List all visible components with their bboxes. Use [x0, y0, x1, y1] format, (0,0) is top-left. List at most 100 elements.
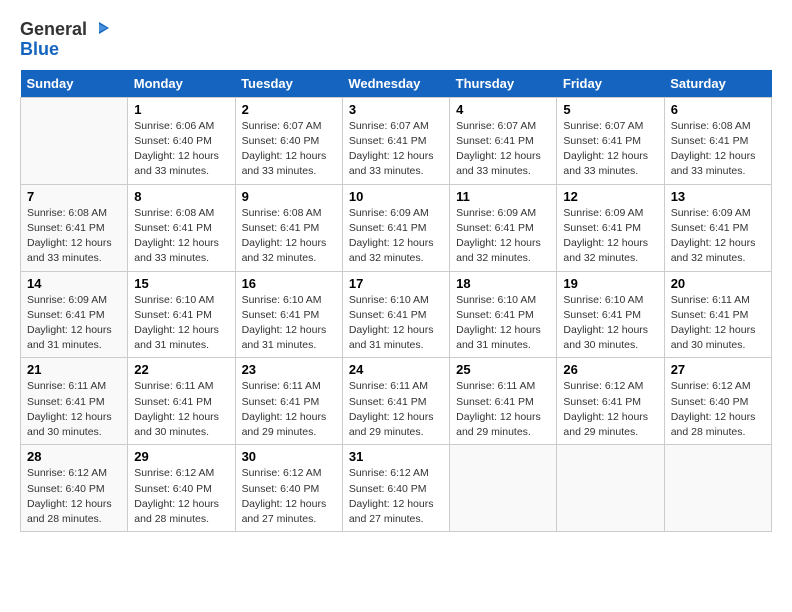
day-info: Sunrise: 6:12 AM Sunset: 6:41 PM Dayligh…: [563, 379, 657, 440]
day-info: Sunrise: 6:12 AM Sunset: 6:40 PM Dayligh…: [242, 466, 336, 527]
calendar-cell: 20 Sunrise: 6:11 AM Sunset: 6:41 PM Dayli…: [664, 271, 771, 358]
day-info: Sunrise: 6:11 AM Sunset: 6:41 PM Dayligh…: [456, 379, 550, 440]
logo-container: General Blue: [20, 20, 109, 60]
calendar-cell: 10 Sunrise: 6:09 AM Sunset: 6:41 PM Dayli…: [342, 184, 449, 271]
calendar-cell: 29 Sunrise: 6:12 AM Sunset: 6:40 PM Dayli…: [128, 445, 235, 532]
column-header-friday: Friday: [557, 70, 664, 98]
day-number: 10: [349, 189, 443, 204]
day-info: Sunrise: 6:12 AM Sunset: 6:40 PM Dayligh…: [349, 466, 443, 527]
calendar-cell: 30 Sunrise: 6:12 AM Sunset: 6:40 PM Dayli…: [235, 445, 342, 532]
day-info: Sunrise: 6:08 AM Sunset: 6:41 PM Dayligh…: [671, 119, 765, 180]
calendar-cell: 2Sunrise: 6:07 AM Sunset: 6:40 PM Daylig…: [235, 97, 342, 184]
day-info: Sunrise: 6:10 AM Sunset: 6:41 PM Dayligh…: [563, 293, 657, 354]
day-info: Sunrise: 6:08 AM Sunset: 6:41 PM Dayligh…: [134, 206, 228, 267]
day-number: 13: [671, 189, 765, 204]
day-info: Sunrise: 6:11 AM Sunset: 6:41 PM Dayligh…: [671, 293, 765, 354]
calendar-cell: 28 Sunrise: 6:12 AM Sunset: 6:40 PM Dayli…: [21, 445, 128, 532]
calendar-cell: 5 Sunrise: 6:07 AM Sunset: 6:41 PM Daylig…: [557, 97, 664, 184]
day-number: 8: [134, 189, 228, 204]
calendar-cell: 27 Sunrise: 6:12 AM Sunset: 6:40 PM Dayli…: [664, 358, 771, 445]
day-info: Sunrise: 6:11 AM Sunset: 6:41 PM Dayligh…: [349, 379, 443, 440]
day-info: Sunrise: 6:07 AM Sunset: 6:40 PM Dayligh…: [242, 119, 336, 180]
day-number: 12: [563, 189, 657, 204]
column-header-sunday: Sunday: [21, 70, 128, 98]
day-number: 15: [134, 276, 228, 291]
column-header-wednesday: Wednesday: [342, 70, 449, 98]
calendar-cell: 15Sunrise: 6:10 AM Sunset: 6:41 PM Dayli…: [128, 271, 235, 358]
week-row-1: 1Sunrise: 6:06 AM Sunset: 6:40 PM Daylig…: [21, 97, 772, 184]
day-info: Sunrise: 6:07 AM Sunset: 6:41 PM Dayligh…: [563, 119, 657, 180]
day-number: 22: [134, 362, 228, 377]
logo-bird-icon: [89, 20, 109, 40]
day-info: Sunrise: 6:07 AM Sunset: 6:41 PM Dayligh…: [456, 119, 550, 180]
calendar-cell: 17 Sunrise: 6:10 AM Sunset: 6:41 PM Dayli…: [342, 271, 449, 358]
day-info: Sunrise: 6:09 AM Sunset: 6:41 PM Dayligh…: [563, 206, 657, 267]
day-info: Sunrise: 6:10 AM Sunset: 6:41 PM Dayligh…: [349, 293, 443, 354]
day-info: Sunrise: 6:10 AM Sunset: 6:41 PM Dayligh…: [456, 293, 550, 354]
day-number: 27: [671, 362, 765, 377]
calendar-cell: 8 Sunrise: 6:08 AM Sunset: 6:41 PM Daylig…: [128, 184, 235, 271]
calendar-table: SundayMondayTuesdayWednesdayThursdayFrid…: [20, 70, 772, 532]
calendar-cell: 16 Sunrise: 6:10 AM Sunset: 6:41 PM Dayli…: [235, 271, 342, 358]
week-row-2: 7 Sunrise: 6:08 AM Sunset: 6:41 PM Daylig…: [21, 184, 772, 271]
page-header: General Blue: [20, 20, 772, 60]
calendar-cell: 1Sunrise: 6:06 AM Sunset: 6:40 PM Daylig…: [128, 97, 235, 184]
day-number: 7: [27, 189, 121, 204]
calendar-cell: 22Sunrise: 6:11 AM Sunset: 6:41 PM Dayli…: [128, 358, 235, 445]
day-info: Sunrise: 6:09 AM Sunset: 6:41 PM Dayligh…: [456, 206, 550, 267]
calendar-cell: 18 Sunrise: 6:10 AM Sunset: 6:41 PM Dayli…: [450, 271, 557, 358]
day-number: 1: [134, 102, 228, 117]
day-info: Sunrise: 6:12 AM Sunset: 6:40 PM Dayligh…: [671, 379, 765, 440]
day-info: Sunrise: 6:10 AM Sunset: 6:41 PM Dayligh…: [242, 293, 336, 354]
day-info: Sunrise: 6:09 AM Sunset: 6:41 PM Dayligh…: [671, 206, 765, 267]
day-info: Sunrise: 6:09 AM Sunset: 6:41 PM Dayligh…: [27, 293, 121, 354]
day-number: 25: [456, 362, 550, 377]
day-number: 9: [242, 189, 336, 204]
calendar-cell: 21Sunrise: 6:11 AM Sunset: 6:41 PM Dayli…: [21, 358, 128, 445]
calendar-cell: 14 Sunrise: 6:09 AM Sunset: 6:41 PM Dayli…: [21, 271, 128, 358]
logo-general-text: General: [20, 20, 87, 40]
calendar-cell: 19 Sunrise: 6:10 AM Sunset: 6:41 PM Dayli…: [557, 271, 664, 358]
calendar-cell: [664, 445, 771, 532]
column-header-tuesday: Tuesday: [235, 70, 342, 98]
week-row-3: 14 Sunrise: 6:09 AM Sunset: 6:41 PM Dayli…: [21, 271, 772, 358]
day-number: 20: [671, 276, 765, 291]
logo-blue-text: Blue: [20, 40, 109, 60]
week-row-4: 21Sunrise: 6:11 AM Sunset: 6:41 PM Dayli…: [21, 358, 772, 445]
day-number: 24: [349, 362, 443, 377]
column-header-saturday: Saturday: [664, 70, 771, 98]
calendar-cell: 9Sunrise: 6:08 AM Sunset: 6:41 PM Daylig…: [235, 184, 342, 271]
day-number: 14: [27, 276, 121, 291]
calendar-cell: 26 Sunrise: 6:12 AM Sunset: 6:41 PM Dayli…: [557, 358, 664, 445]
day-number: 18: [456, 276, 550, 291]
day-number: 16: [242, 276, 336, 291]
day-number: 31: [349, 449, 443, 464]
day-number: 30: [242, 449, 336, 464]
week-row-5: 28 Sunrise: 6:12 AM Sunset: 6:40 PM Dayli…: [21, 445, 772, 532]
day-number: 19: [563, 276, 657, 291]
day-number: 5: [563, 102, 657, 117]
day-number: 23: [242, 362, 336, 377]
calendar-cell: [21, 97, 128, 184]
day-info: Sunrise: 6:12 AM Sunset: 6:40 PM Dayligh…: [27, 466, 121, 527]
day-info: Sunrise: 6:12 AM Sunset: 6:40 PM Dayligh…: [134, 466, 228, 527]
day-number: 3: [349, 102, 443, 117]
day-number: 17: [349, 276, 443, 291]
calendar-cell: [450, 445, 557, 532]
calendar-cell: 23 Sunrise: 6:11 AM Sunset: 6:41 PM Dayli…: [235, 358, 342, 445]
calendar-cell: [557, 445, 664, 532]
calendar-cell: 25 Sunrise: 6:11 AM Sunset: 6:41 PM Dayli…: [450, 358, 557, 445]
calendar-cell: 11Sunrise: 6:09 AM Sunset: 6:41 PM Dayli…: [450, 184, 557, 271]
day-number: 28: [27, 449, 121, 464]
day-info: Sunrise: 6:11 AM Sunset: 6:41 PM Dayligh…: [27, 379, 121, 440]
day-number: 6: [671, 102, 765, 117]
calendar-header-row: SundayMondayTuesdayWednesdayThursdayFrid…: [21, 70, 772, 98]
day-number: 29: [134, 449, 228, 464]
day-info: Sunrise: 6:09 AM Sunset: 6:41 PM Dayligh…: [349, 206, 443, 267]
calendar-cell: 7Sunrise: 6:08 AM Sunset: 6:41 PM Daylig…: [21, 184, 128, 271]
day-info: Sunrise: 6:11 AM Sunset: 6:41 PM Dayligh…: [242, 379, 336, 440]
calendar-cell: 3Sunrise: 6:07 AM Sunset: 6:41 PM Daylig…: [342, 97, 449, 184]
column-header-monday: Monday: [128, 70, 235, 98]
calendar-cell: 12 Sunrise: 6:09 AM Sunset: 6:41 PM Dayli…: [557, 184, 664, 271]
day-number: 26: [563, 362, 657, 377]
